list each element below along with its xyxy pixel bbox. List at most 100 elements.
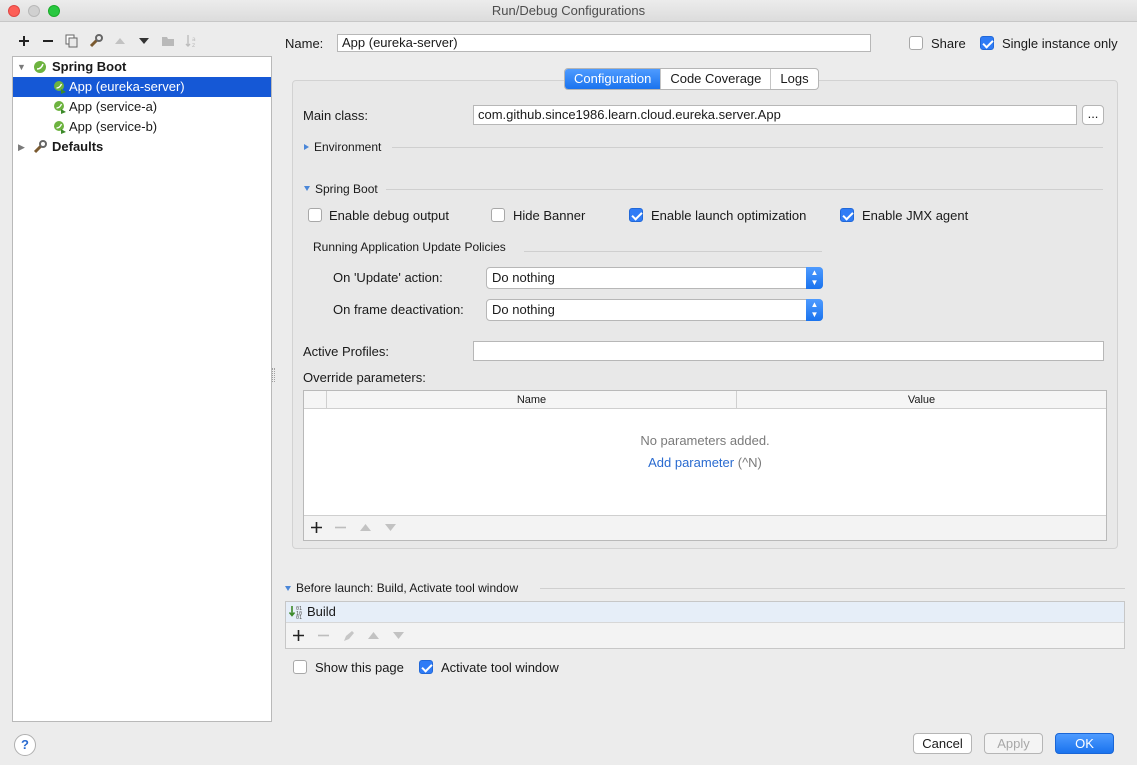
override-parameters-table[interactable]: Name Value No parameters added. Add para… [303, 390, 1107, 541]
help-button[interactable]: ? [14, 734, 36, 756]
table-toolbar [304, 515, 1106, 540]
move-down-icon[interactable] [380, 518, 400, 538]
spring-boot-section[interactable]: Spring Boot [315, 182, 378, 196]
move-up-icon[interactable] [355, 518, 375, 538]
single-instance-label: Single instance only [1002, 36, 1118, 51]
window-title: Run/Debug Configurations [491, 3, 646, 18]
expand-arrow-icon[interactable]: ▶ [18, 137, 25, 157]
spring-app-icon [54, 101, 66, 114]
move-down-icon[interactable] [390, 627, 408, 645]
divider [540, 588, 1125, 589]
tree-item-label: App (eureka-server) [69, 79, 185, 94]
wrench-icon[interactable] [84, 30, 108, 52]
frame-deactivation-select[interactable]: Do nothing ▲ ▼ [486, 299, 823, 321]
before-launch-section[interactable]: Before launch: Build, Activate tool wind… [296, 581, 518, 595]
expand-arrow-icon[interactable]: ▼ [17, 57, 26, 77]
update-action-value: Do nothing [492, 270, 555, 285]
spring-app-icon [54, 121, 66, 134]
before-launch-item-build[interactable]: 01 10 01 Build [286, 602, 1124, 623]
share-label: Share [931, 36, 966, 51]
remove-icon[interactable] [330, 518, 350, 538]
divider [524, 251, 822, 252]
tree-item-label: App (service-a) [69, 99, 158, 114]
tree-item-app-service-b[interactable]: App (service-b) [13, 117, 271, 137]
folder-icon[interactable] [156, 30, 180, 52]
frame-deactivation-value: Do nothing [492, 302, 555, 317]
title-bar: Run/Debug Configurations [0, 0, 1137, 22]
add-icon[interactable] [306, 518, 326, 538]
enable-jmx-agent-label: Enable JMX agent [862, 208, 969, 223]
main-class-input[interactable]: com.github.since1986.learn.cloud.eureka.… [473, 105, 1077, 125]
update-action-label: On 'Update' action: [333, 270, 443, 285]
browse-main-class-button[interactable]: ... [1082, 105, 1104, 125]
active-profiles-label: Active Profiles: [303, 344, 389, 359]
override-parameters-label: Override parameters: [303, 370, 426, 385]
cancel-button[interactable]: Cancel [913, 733, 972, 754]
divider [386, 189, 1103, 190]
close-window-button[interactable] [8, 5, 20, 17]
environment-section[interactable]: Environment [314, 140, 381, 154]
column-header-name[interactable]: Name [326, 391, 736, 409]
column-header-value[interactable]: Value [736, 391, 1106, 409]
tree-item-spring-boot[interactable]: ▼ Spring Boot [13, 57, 271, 77]
enable-jmx-agent-checkbox[interactable] [840, 208, 854, 222]
tree-item-app-eureka-server[interactable]: App (eureka-server) [13, 77, 271, 97]
share-checkbox[interactable] [909, 36, 923, 50]
remove-icon[interactable] [36, 30, 60, 52]
tab-code-coverage[interactable]: Code Coverage [661, 69, 772, 89]
add-icon[interactable] [12, 30, 36, 52]
add-parameter-shortcut: (^N) [737, 455, 762, 470]
expanded-arrow-icon[interactable] [304, 186, 310, 191]
stepper-icon: ▲ ▼ [806, 299, 823, 321]
move-up-icon[interactable] [365, 627, 383, 645]
tree-item-label: Spring Boot [52, 59, 127, 74]
divider [392, 147, 1103, 148]
sort-icon[interactable]: az [180, 30, 204, 52]
expanded-arrow-icon[interactable] [285, 586, 291, 591]
before-launch-item-label: Build [307, 604, 336, 619]
tab-bar: Configuration Code Coverage Logs [564, 68, 819, 90]
hide-banner-label: Hide Banner [513, 208, 586, 223]
name-label: Name: [285, 36, 324, 51]
enable-debug-output-label: Enable debug output [329, 208, 449, 223]
update-policies-heading: Running Application Update Policies [313, 240, 506, 254]
collapsed-arrow-icon[interactable] [304, 144, 309, 150]
enable-debug-output-checkbox[interactable] [308, 208, 322, 222]
tab-configuration[interactable]: Configuration [565, 69, 662, 89]
add-icon[interactable] [290, 627, 308, 645]
svg-text:z: z [192, 42, 195, 48]
remove-icon[interactable] [315, 627, 333, 645]
activate-tool-window-label: Activate tool window [441, 660, 559, 675]
copy-icon[interactable] [60, 30, 84, 52]
move-up-icon[interactable] [108, 30, 132, 52]
before-launch-list[interactable]: 01 10 01 Build [285, 601, 1125, 649]
empty-table-text: No parameters added. [640, 433, 770, 448]
activate-tool-window-checkbox[interactable] [419, 660, 433, 674]
tab-logs[interactable]: Logs [771, 69, 817, 89]
edit-icon[interactable] [340, 627, 358, 645]
update-action-select[interactable]: Do nothing ▲ ▼ [486, 267, 823, 289]
active-profiles-input[interactable] [473, 341, 1104, 361]
apply-button[interactable]: Apply [984, 733, 1043, 754]
wrench-icon [33, 140, 47, 154]
tree-item-defaults[interactable]: ▶ Defaults [13, 137, 271, 157]
move-down-icon[interactable] [132, 30, 156, 52]
minimize-window-button[interactable] [28, 5, 40, 17]
enable-launch-optimization-checkbox[interactable] [629, 208, 643, 222]
tree-item-app-service-a[interactable]: App (service-a) [13, 97, 271, 117]
spring-app-icon [54, 81, 66, 94]
tree-item-label: Defaults [52, 139, 104, 154]
configuration-tree[interactable]: ▼ Spring Boot App (eureka-server) App (s… [12, 56, 272, 722]
maximize-window-button[interactable] [48, 5, 60, 17]
build-icon: 01 10 01 [289, 606, 302, 619]
add-parameter-link[interactable]: Add parameter [648, 455, 734, 470]
hide-banner-checkbox[interactable] [491, 208, 505, 222]
config-toolbar: az [12, 30, 204, 52]
single-instance-checkbox[interactable] [980, 36, 994, 50]
ok-button[interactable]: OK [1055, 733, 1114, 754]
table-header: Name Value [304, 391, 1106, 409]
name-input[interactable]: App (eureka-server) [337, 34, 871, 52]
svg-text:01: 01 [296, 615, 302, 619]
splitter-handle[interactable] [272, 368, 275, 382]
show-this-page-checkbox[interactable] [293, 660, 307, 674]
